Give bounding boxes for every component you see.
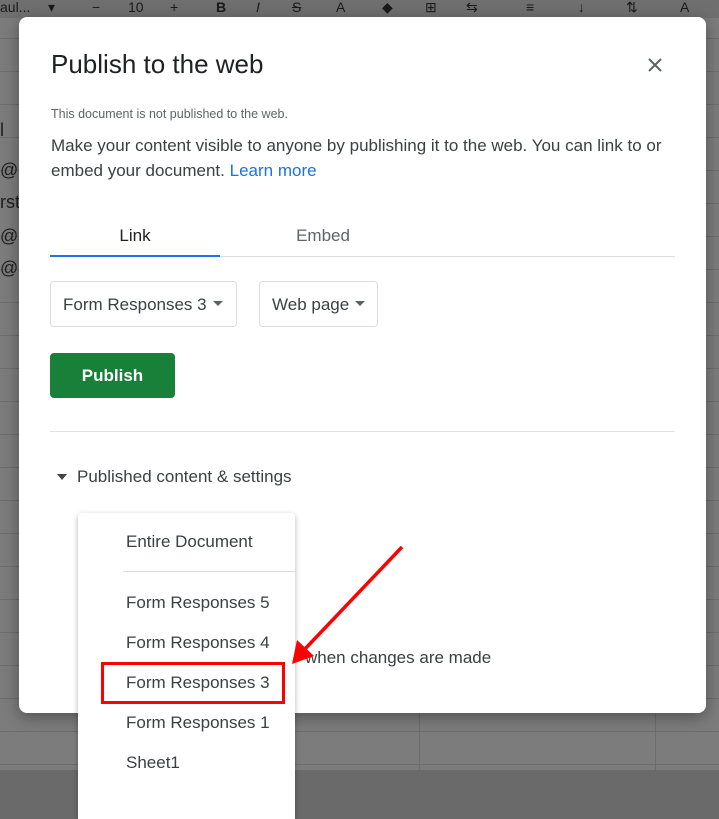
annotation-arrow-icon — [292, 545, 404, 664]
